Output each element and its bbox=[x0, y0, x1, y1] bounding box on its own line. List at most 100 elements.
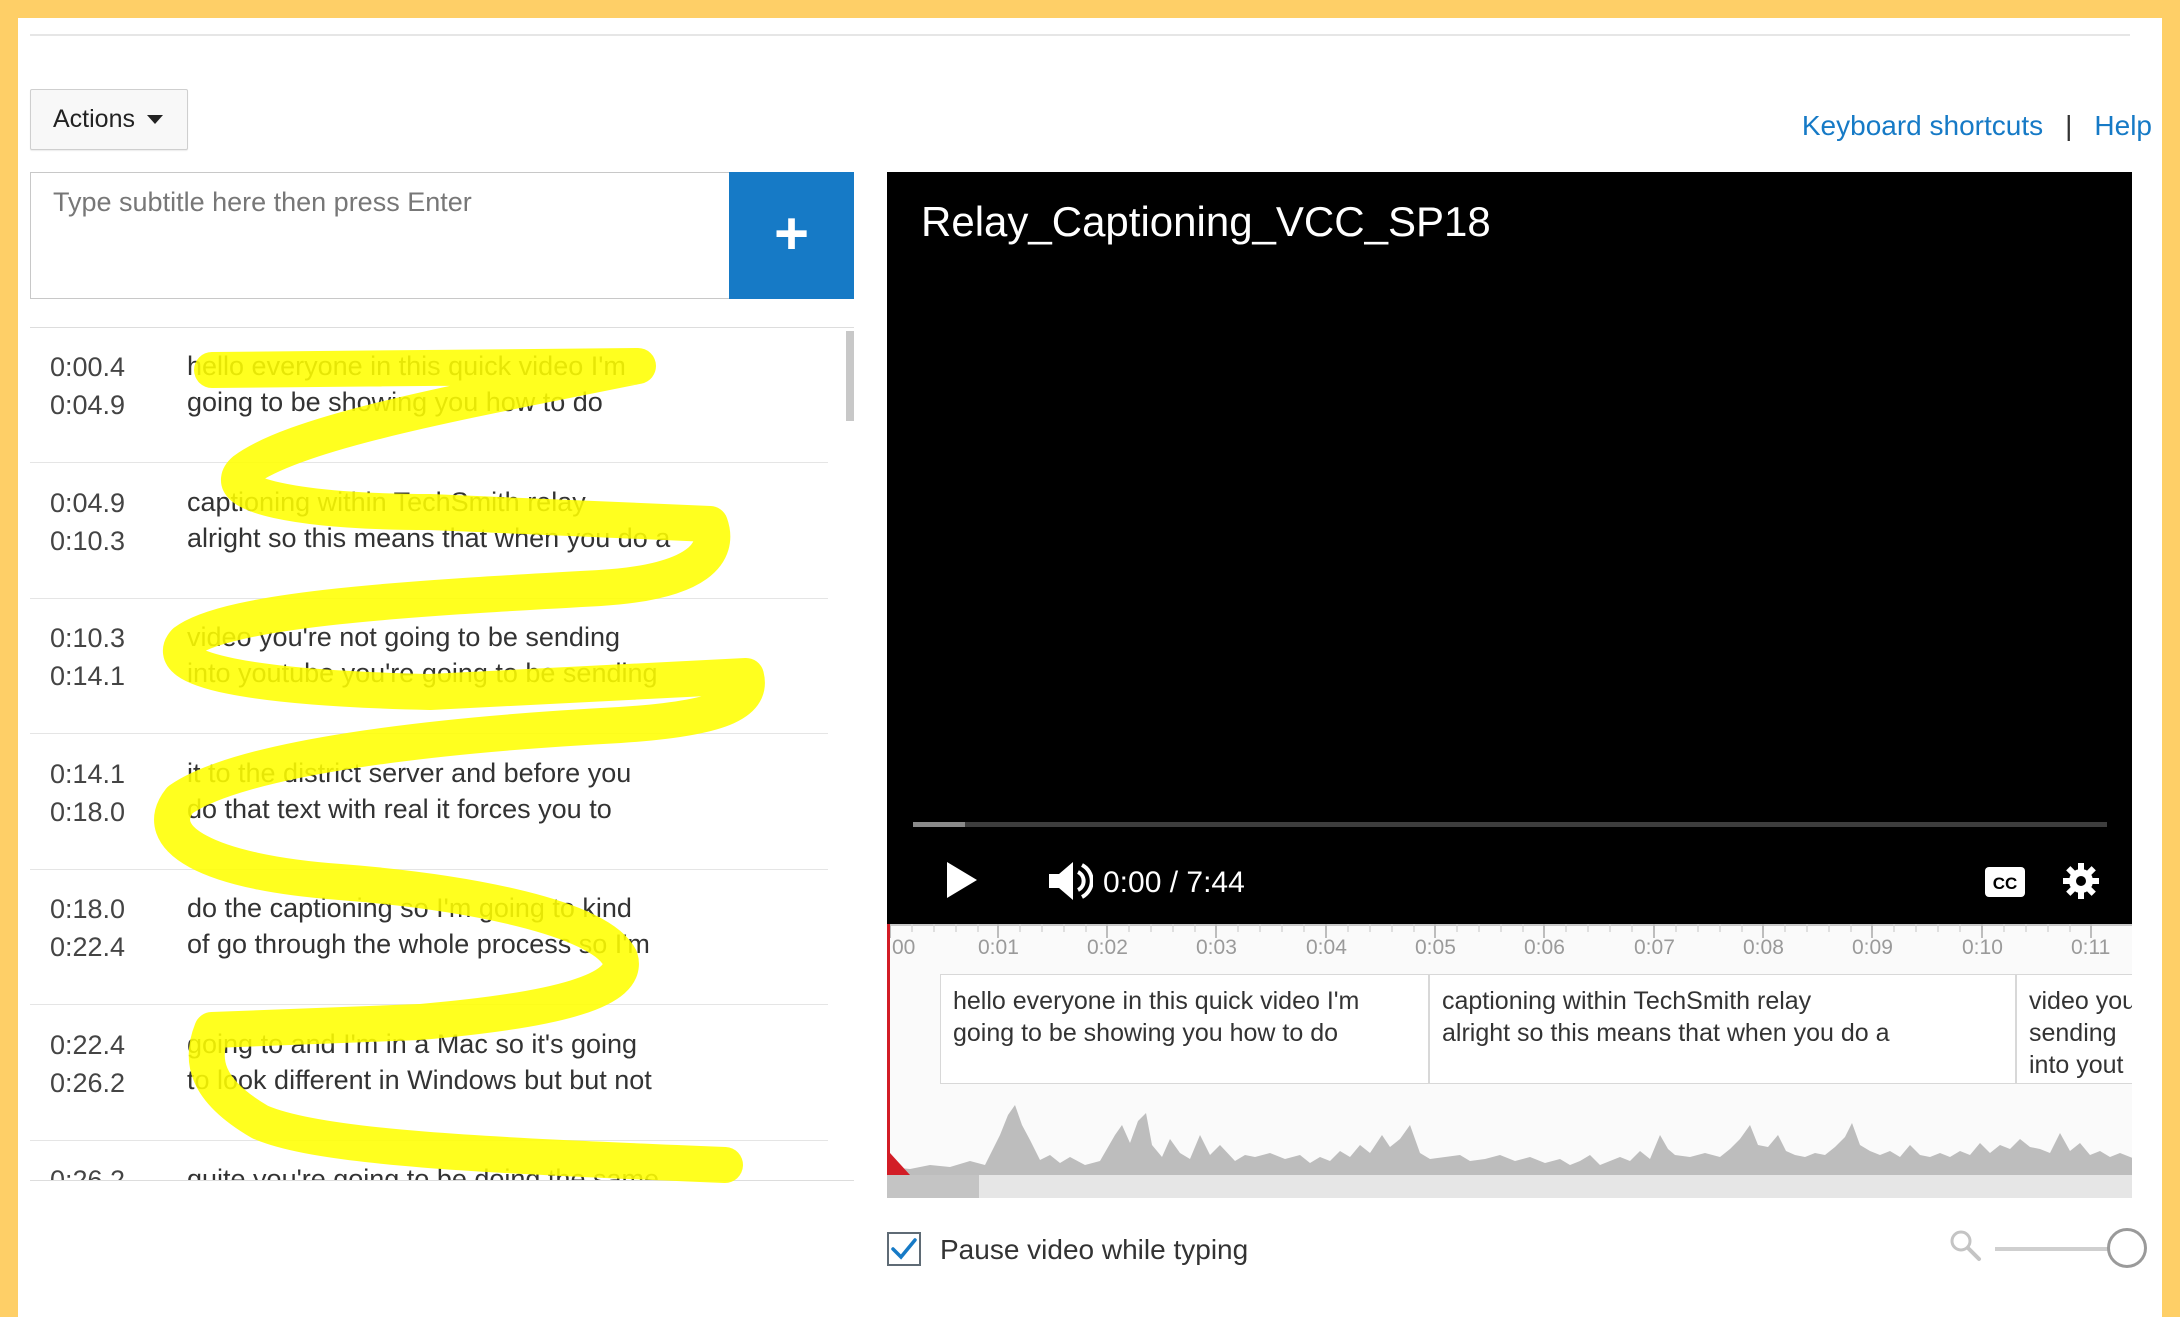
actions-dropdown-button[interactable]: Actions bbox=[30, 89, 188, 150]
caption-line: into youtube you're going to be sending bbox=[187, 658, 658, 688]
video-time: 0:00 / 7:44 bbox=[1103, 866, 1245, 899]
check-icon bbox=[891, 1238, 917, 1260]
timeline-tick-label: 0:07 bbox=[1634, 936, 1675, 959]
caption-text[interactable]: captioning within TechSmith relay alrigh… bbox=[187, 484, 670, 556]
caption-end-time[interactable]: 0:26.2 bbox=[50, 1064, 125, 1102]
caption-list-scrollbar[interactable] bbox=[846, 331, 854, 421]
play-icon[interactable] bbox=[945, 860, 979, 900]
timeline-cue[interactable]: hello everyone in this quick video I'm g… bbox=[940, 974, 1429, 1084]
caption-times[interactable]: 0:04.9 0:10.3 bbox=[50, 484, 125, 560]
timeline-tick-label: 0:01 bbox=[978, 936, 1019, 959]
timeline-tick-label: 0:04 bbox=[1306, 936, 1347, 959]
add-subtitle-button[interactable]: + bbox=[729, 172, 854, 299]
link-separator: | bbox=[2065, 110, 2073, 141]
caption-line: captioning within TechSmith relay bbox=[187, 487, 586, 517]
svg-text:CC: CC bbox=[1993, 874, 2018, 893]
timeline-tick-label: 0:06 bbox=[1524, 936, 1565, 959]
caption-start-time[interactable]: 0:00.4 bbox=[50, 348, 125, 386]
caption-text[interactable]: do the captioning so I'm going to kind o… bbox=[187, 890, 650, 962]
settings-gear-icon[interactable] bbox=[2062, 862, 2100, 900]
caption-start-time[interactable]: 0:10.3 bbox=[50, 619, 125, 657]
cc-icon[interactable]: CC bbox=[1984, 866, 2026, 898]
caption-start-time[interactable]: 0:26.2 bbox=[50, 1161, 125, 1180]
keyboard-shortcuts-link[interactable]: Keyboard shortcuts bbox=[1802, 110, 2043, 142]
caption-times[interactable]: 0:00.4 0:04.9 bbox=[50, 348, 125, 424]
cue-line: sending bbox=[2029, 1019, 2117, 1047]
caption-line: to look different in Windows but but not bbox=[187, 1065, 652, 1095]
video-progress-bar[interactable] bbox=[913, 822, 2107, 827]
caption-row[interactable]: 0:10.3 0:14.1 video you're not going to … bbox=[30, 599, 828, 734]
caption-line: do the captioning so I'm going to kind bbox=[187, 893, 632, 923]
caption-line: it to the district server and before you bbox=[187, 758, 632, 788]
timeline-tick-label: 0:03 bbox=[1196, 936, 1237, 959]
caption-times[interactable]: 0:18.0 0:22.4 bbox=[50, 890, 125, 966]
caption-text[interactable]: quite you're going to be doing the same bbox=[187, 1161, 659, 1181]
cue-line: into yout bbox=[2029, 1051, 2124, 1079]
caption-row[interactable]: 0:26.2 quite you're going to be doing th… bbox=[30, 1141, 828, 1181]
caption-end-time[interactable]: 0:04.9 bbox=[50, 386, 125, 424]
caption-row[interactable]: 0:18.0 0:22.4 do the captioning so I'm g… bbox=[30, 870, 828, 1005]
timeline-tick-label: 0:09 bbox=[1852, 936, 1893, 959]
timeline-tick-label: 00 bbox=[892, 936, 916, 959]
caption-line: do that text with real it forces you to bbox=[187, 794, 612, 824]
zoom-magnifier-icon bbox=[1950, 1230, 1981, 1261]
timeline-tick-label: 0:02 bbox=[1087, 936, 1128, 959]
help-links: Keyboard shortcuts | Help bbox=[1802, 110, 2152, 142]
caption-end-time[interactable]: 0:14.1 bbox=[50, 657, 125, 695]
cue-line: alright so this means that when you do a bbox=[1442, 1019, 1890, 1047]
caption-row[interactable]: 0:22.4 0:26.2 going to and I'm in a Mac … bbox=[30, 1006, 828, 1141]
caption-start-time[interactable]: 0:18.0 bbox=[50, 890, 125, 928]
pause-while-typing-label[interactable]: Pause video while typing bbox=[940, 1234, 1248, 1266]
caption-line: going to be showing you how to do bbox=[187, 387, 603, 417]
cue-line: captioning within TechSmith relay bbox=[1442, 987, 1812, 1015]
playhead-marker-icon[interactable] bbox=[890, 1153, 912, 1175]
audio-waveform bbox=[890, 1105, 2132, 1175]
timeline-scroll-thumb[interactable] bbox=[887, 1175, 979, 1198]
caption-timeline[interactable]: 00 0:01 0:02 0:03 0:04 0:05 0:06 0:07 0:… bbox=[887, 924, 2132, 1175]
caption-line: hello everyone in this quick video I'm bbox=[187, 351, 626, 381]
cue-line: hello everyone in this quick video I'm bbox=[953, 987, 1360, 1015]
caption-text[interactable]: going to and I'm in a Mac so it's going … bbox=[187, 1026, 652, 1098]
subtitle-input[interactable] bbox=[30, 172, 730, 299]
caption-end-time[interactable]: 0:22.4 bbox=[50, 928, 125, 966]
caption-text[interactable]: it to the district server and before you… bbox=[187, 755, 631, 827]
timeline-cue[interactable]: captioning within TechSmith relay alrigh… bbox=[1429, 974, 2016, 1084]
caption-line: alright so this means that when you do a bbox=[187, 523, 671, 553]
timeline-tick-label: 0:11 bbox=[2071, 936, 2111, 959]
caption-row[interactable]: 0:14.1 0:18.0 it to the district server … bbox=[30, 735, 828, 870]
pause-while-typing-checkbox[interactable] bbox=[887, 1232, 921, 1266]
video-progress-loaded bbox=[913, 822, 965, 827]
caption-start-time[interactable]: 0:04.9 bbox=[50, 484, 125, 522]
caption-line: video you're not going to be sending bbox=[187, 622, 620, 652]
plus-icon: + bbox=[773, 199, 810, 267]
video-player[interactable]: Relay_Captioning_VCC_SP18 0:00 / 7:44 CC bbox=[887, 172, 2132, 924]
caption-times[interactable]: 0:14.1 0:18.0 bbox=[50, 755, 125, 831]
caption-start-time[interactable]: 0:22.4 bbox=[50, 1026, 125, 1064]
cue-line: video you bbox=[2029, 987, 2132, 1015]
caption-row[interactable]: 0:00.4 0:04.9 hello everyone in this qui… bbox=[30, 328, 828, 463]
caption-end-time[interactable]: 0:10.3 bbox=[50, 522, 125, 560]
caret-down-icon bbox=[146, 115, 163, 124]
timeline-ruler bbox=[890, 924, 2132, 938]
timeline-cue[interactable]: video you sending into yout bbox=[2016, 974, 2132, 1084]
caption-start-time[interactable]: 0:14.1 bbox=[50, 755, 125, 793]
video-title: Relay_Captioning_VCC_SP18 bbox=[921, 198, 1491, 245]
caption-list[interactable]: 0:00.4 0:04.9 hello everyone in this qui… bbox=[30, 327, 854, 1181]
zoom-slider-handle[interactable] bbox=[2107, 1228, 2147, 1268]
timeline-tick-label: 0:05 bbox=[1415, 936, 1456, 959]
cue-line: going to be showing you how to do bbox=[953, 1019, 1338, 1047]
help-link[interactable]: Help bbox=[2094, 110, 2152, 142]
timeline-tick-label: 0:08 bbox=[1743, 936, 1784, 959]
timeline-scrollbar[interactable] bbox=[887, 1175, 2132, 1198]
caption-end-time[interactable]: 0:18.0 bbox=[50, 793, 125, 831]
volume-icon[interactable] bbox=[1047, 860, 1093, 902]
caption-times[interactable]: 0:10.3 0:14.1 bbox=[50, 619, 125, 695]
caption-times[interactable]: 0:22.4 0:26.2 bbox=[50, 1026, 125, 1102]
caption-times[interactable]: 0:26.2 bbox=[50, 1161, 125, 1180]
divider bbox=[30, 34, 2130, 36]
caption-text[interactable]: hello everyone in this quick video I'm g… bbox=[187, 348, 626, 420]
caption-row[interactable]: 0:04.9 0:10.3 captioning within TechSmit… bbox=[30, 464, 828, 599]
caption-text[interactable]: video you're not going to be sending int… bbox=[187, 619, 658, 691]
caption-line: quite you're going to be doing the same bbox=[187, 1164, 659, 1181]
timeline-tick-label: 0:10 bbox=[1962, 936, 2003, 959]
